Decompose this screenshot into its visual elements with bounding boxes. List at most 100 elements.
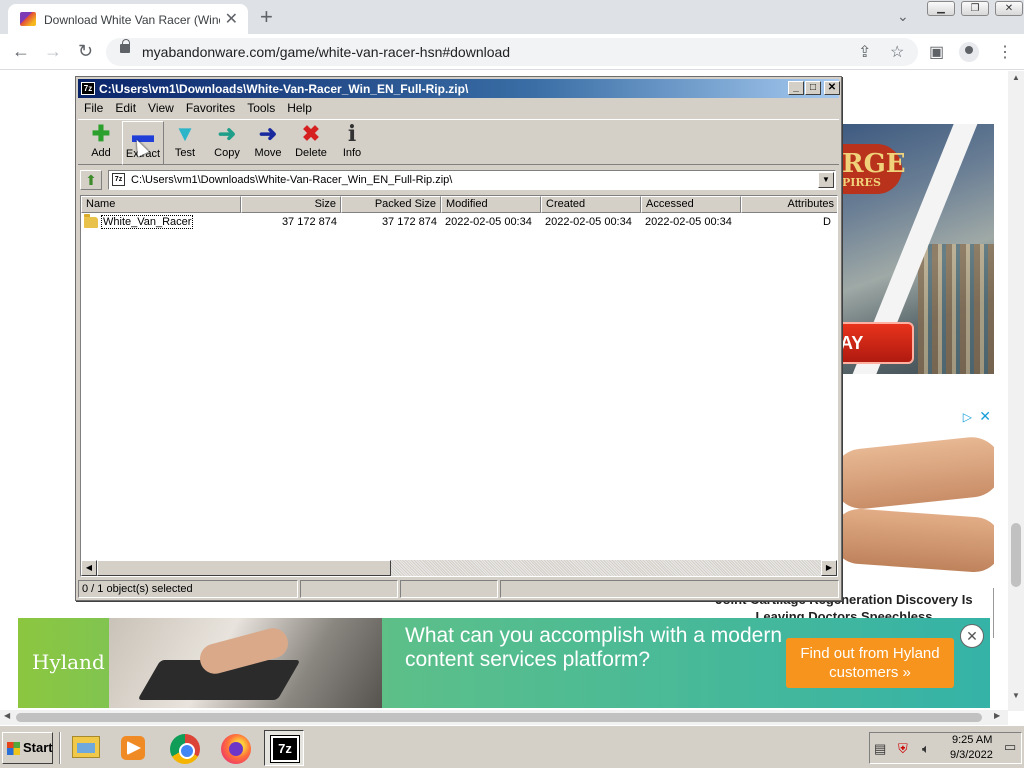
- menu-help[interactable]: Help: [281, 99, 318, 118]
- column-attributes[interactable]: Attributes: [741, 196, 837, 213]
- info-button[interactable]: i Info: [331, 121, 373, 165]
- menu-edit[interactable]: Edit: [109, 99, 142, 118]
- scroll-left-icon[interactable]: ◀: [4, 711, 10, 720]
- close-window-button[interactable]: ✕: [995, 1, 1023, 16]
- add-button[interactable]: ✚ Add: [80, 121, 122, 165]
- column-name[interactable]: Name: [81, 196, 241, 213]
- test-label: Test: [174, 147, 196, 159]
- tab-close-icon[interactable]: ✕: [225, 9, 238, 29]
- taskbar-7zip[interactable]: 7z: [264, 730, 304, 766]
- address-bar[interactable]: myabandonware.com/game/white-van-racer-h…: [106, 38, 918, 66]
- browser-toolbar: ← → ↻ myabandonware.com/game/white-van-r…: [0, 34, 1024, 70]
- test-icon: ▼: [174, 121, 196, 146]
- taskbar-file-explorer[interactable]: [66, 730, 106, 766]
- taskbar-firefox[interactable]: [215, 730, 255, 766]
- taskbar-chrome[interactable]: [164, 730, 204, 766]
- sevenzip-titlebar[interactable]: 7z C:\Users\vm1\Downloads\White-Van-Race…: [78, 79, 840, 98]
- hscroll-right-icon[interactable]: ▶: [821, 560, 837, 576]
- scroll-up-icon[interactable]: ▲: [1012, 73, 1020, 82]
- delete-label: Delete: [295, 147, 327, 159]
- browser-tabbar: Download White Van Racer (Windows) ✕ + ⌄…: [0, 0, 1024, 34]
- path-dropdown-icon[interactable]: ▼: [818, 172, 834, 188]
- file-created: 2022-02-05 00:34: [545, 216, 632, 228]
- adchoices-icon[interactable]: ▷: [963, 410, 972, 424]
- menu-tools[interactable]: Tools: [241, 99, 281, 118]
- file-row[interactable]: White_Van_Racer 37 172 874 37 172 874 20…: [81, 214, 837, 231]
- scroll-thumb[interactable]: [16, 713, 982, 722]
- path-text[interactable]: C:\Users\vm1\Downloads\White-Van-Racer_W…: [131, 174, 452, 186]
- delete-button[interactable]: ✖ Delete: [290, 121, 332, 165]
- taskbar-media-player[interactable]: [113, 730, 153, 766]
- health-ad[interactable]: ▷ ✕: [842, 408, 994, 618]
- hyland-banner-ad[interactable]: Hyland What can you accomplish with a mo…: [18, 618, 990, 708]
- security-alert-icon[interactable]: ⛨: [898, 741, 908, 757]
- clock-time[interactable]: 9:25 AM: [952, 734, 992, 746]
- windows-flag-icon: [7, 742, 20, 755]
- file-list-header: Name Size Packed Size Modified Created A…: [81, 196, 837, 213]
- browser-menu-icon[interactable]: ⋮: [997, 42, 1013, 62]
- network-icon[interactable]: ▤: [874, 741, 886, 757]
- ad-logo-text: RGE: [842, 149, 906, 179]
- ad-play-button[interactable]: AY: [842, 322, 914, 364]
- side-panel-icon[interactable]: ▣: [929, 42, 944, 62]
- file-packed-size: 37 172 874: [381, 216, 437, 228]
- banner-cta-button[interactable]: Find out from Hyland customers »: [786, 638, 954, 688]
- test-button[interactable]: ▼ Test: [164, 121, 206, 165]
- copy-button[interactable]: ➜ Copy: [206, 121, 248, 165]
- browser-tab[interactable]: Download White Van Racer (Windows) ✕: [8, 4, 248, 34]
- bookmark-star-icon[interactable]: ☆: [890, 42, 904, 62]
- file-list-hscroll[interactable]: ◀ ▶: [81, 560, 837, 576]
- column-size[interactable]: Size: [241, 196, 341, 213]
- path-combobox[interactable]: 7z C:\Users\vm1\Downloads\White-Van-Race…: [108, 170, 836, 190]
- profile-avatar-icon[interactable]: [959, 42, 979, 62]
- clock-date[interactable]: 9/3/2022: [950, 749, 993, 761]
- forward-icon[interactable]: →: [44, 41, 62, 62]
- hscroll-thumb[interactable]: [97, 560, 391, 576]
- new-tab-button[interactable]: +: [260, 4, 273, 30]
- tab-search-icon[interactable]: ⌄: [897, 8, 909, 25]
- copy-icon: ➜: [217, 121, 237, 146]
- sevenzip-close-button[interactable]: ✕: [824, 81, 840, 95]
- lock-icon[interactable]: [120, 39, 130, 53]
- volume-icon[interactable]: 🔈︎: [922, 741, 930, 757]
- move-button[interactable]: ➜ Move: [247, 121, 289, 165]
- sevenzip-app-icon: 7z: [81, 82, 95, 95]
- page-horizontal-scrollbar[interactable]: ◀ ▶: [0, 710, 1008, 725]
- show-desktop-icon[interactable]: ▭: [1004, 739, 1016, 755]
- column-created[interactable]: Created: [541, 196, 641, 213]
- file-modified: 2022-02-05 00:34: [445, 216, 532, 228]
- menu-view[interactable]: View: [142, 99, 180, 118]
- start-button[interactable]: Start: [2, 732, 53, 764]
- column-accessed[interactable]: Accessed: [641, 196, 741, 213]
- banner-photo: [109, 618, 382, 708]
- share-icon[interactable]: ⇪: [858, 42, 871, 62]
- file-name-cell[interactable]: White_Van_Racer: [81, 214, 241, 231]
- scroll-right-icon[interactable]: ▶: [994, 711, 1000, 720]
- sevenzip-maximize-button[interactable]: □: [805, 81, 821, 95]
- sevenzip-minimize-button[interactable]: _: [788, 81, 804, 95]
- column-modified[interactable]: Modified: [441, 196, 541, 213]
- scroll-thumb[interactable]: [1011, 523, 1021, 587]
- back-icon[interactable]: ←: [12, 41, 30, 62]
- chrome-icon: [170, 734, 200, 764]
- minimize-button[interactable]: ▁: [927, 1, 955, 16]
- status-selection: 0 / 1 object(s) selected: [78, 580, 298, 598]
- menu-favorites[interactable]: Favorites: [180, 99, 241, 118]
- scroll-down-icon[interactable]: ▼: [1012, 691, 1020, 700]
- media-player-icon: [121, 736, 145, 760]
- status-panel: [300, 580, 398, 598]
- url-text[interactable]: myabandonware.com/game/white-van-racer-h…: [142, 44, 510, 60]
- add-icon: ✚: [91, 121, 111, 146]
- menu-file[interactable]: File: [78, 99, 109, 118]
- reload-icon[interactable]: ↻: [78, 41, 93, 62]
- ad-close-icon[interactable]: ✕: [979, 408, 991, 425]
- hscroll-track[interactable]: [391, 560, 821, 576]
- restore-button[interactable]: ❐: [961, 1, 989, 16]
- game-ad[interactable]: RGE PIRES AY: [842, 124, 994, 374]
- file-list[interactable]: Name Size Packed Size Modified Created A…: [80, 195, 838, 577]
- column-packed-size[interactable]: Packed Size: [341, 196, 441, 213]
- up-folder-icon[interactable]: ⬆: [80, 170, 102, 190]
- page-vertical-scrollbar[interactable]: ▲ ▼: [1008, 71, 1024, 711]
- banner-close-icon[interactable]: ✕: [960, 624, 984, 648]
- hscroll-left-icon[interactable]: ◀: [81, 560, 97, 576]
